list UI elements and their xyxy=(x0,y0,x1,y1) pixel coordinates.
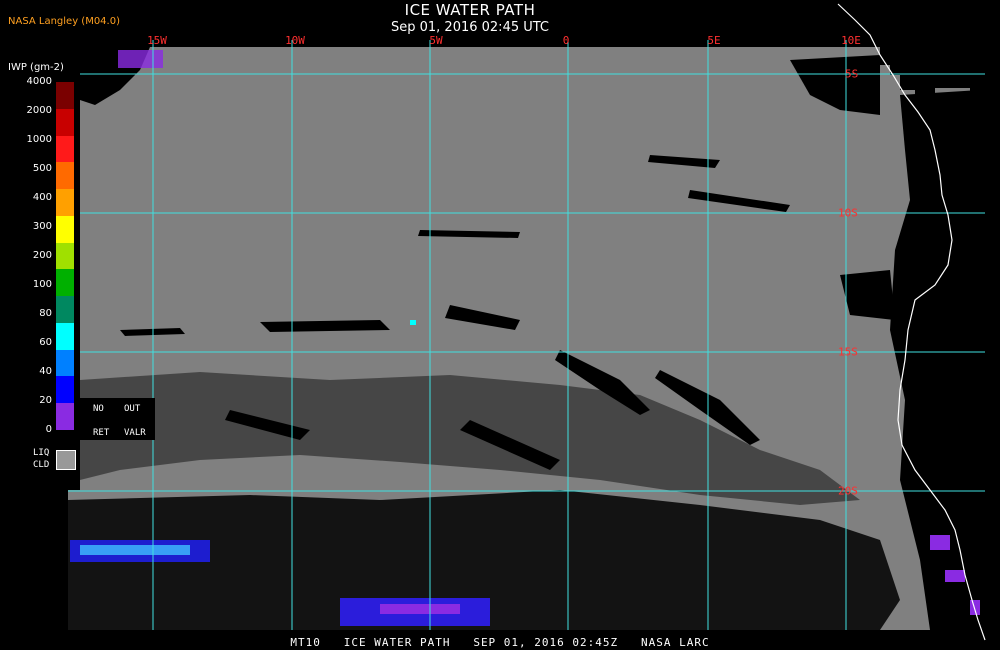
lon-label-0: 0 xyxy=(562,34,570,47)
lat-label-15s: 15S xyxy=(838,345,858,359)
colorbar-tick-label: 4000 xyxy=(26,76,52,87)
ice-water-path-map xyxy=(68,3,986,641)
liq-cld-swatch xyxy=(56,450,76,470)
lon-label-5e: 5E xyxy=(707,34,721,47)
colorbar-swatch xyxy=(56,82,74,109)
colorbar-swatch xyxy=(56,403,74,430)
colorbar-swatches xyxy=(56,82,74,430)
colorbar-swatch xyxy=(56,162,74,190)
lat-label-5s: 5S xyxy=(845,67,859,81)
colorbar-tick-label: 200 xyxy=(32,250,52,261)
colorbar-title: IWP (gm-2) xyxy=(8,62,64,73)
out-label: OUT xyxy=(124,404,141,414)
colorbar-tick-label: 500 xyxy=(32,163,52,174)
no-label: NO xyxy=(93,404,104,414)
lat-label-10s: 10S xyxy=(838,206,858,220)
lon-label-10e: 10E xyxy=(841,34,861,47)
lon-label-15w: 15W xyxy=(147,34,167,47)
colorbar-tick-label: 1000 xyxy=(26,134,52,145)
cld-label: CLD xyxy=(33,460,50,470)
ret-label: RET xyxy=(93,428,110,438)
colorbar-swatch xyxy=(56,349,74,377)
colorbar-tick-label: 400 xyxy=(32,192,52,203)
lon-label-10w: 10W xyxy=(285,34,305,47)
colorbar-swatch xyxy=(56,376,74,404)
footer-caption: MT10 ICE WATER PATH SEP 01, 2016 02:45Z … xyxy=(290,636,710,649)
map-timestamp: Sep 01, 2016 02:45 UTC xyxy=(390,20,550,35)
colorbar-tick-label: 100 xyxy=(32,279,52,290)
colorbar-swatch xyxy=(56,135,74,163)
colorbar-tick-label: 2000 xyxy=(26,105,52,116)
colorbar-tick-label: 60 xyxy=(39,337,52,348)
lon-label-5w: 5W xyxy=(429,34,443,47)
colorbar-swatch xyxy=(56,215,74,243)
colorbar-swatch xyxy=(56,269,74,297)
colorbar-tick-label: 0 xyxy=(45,424,52,435)
colorbar-tick-label: 80 xyxy=(39,308,52,319)
colorbar-tick-label: 40 xyxy=(39,366,52,377)
liq-label: LIQ xyxy=(33,448,50,458)
colorbar-tick-label: 20 xyxy=(39,395,52,406)
map-title: ICE WATER PATH xyxy=(404,1,536,19)
lat-label-20s: 20S xyxy=(838,484,858,498)
colorbar-swatch xyxy=(56,322,74,350)
valr-label: VALR xyxy=(124,428,146,438)
colorbar-tick-label: 300 xyxy=(32,221,52,232)
colorbar-swatch xyxy=(56,189,74,216)
colorbar-swatch xyxy=(56,108,74,136)
colorbar-swatch xyxy=(56,242,74,270)
colorbar-swatch xyxy=(56,296,74,323)
source-label: NASA Langley (M04.0) xyxy=(8,16,120,27)
